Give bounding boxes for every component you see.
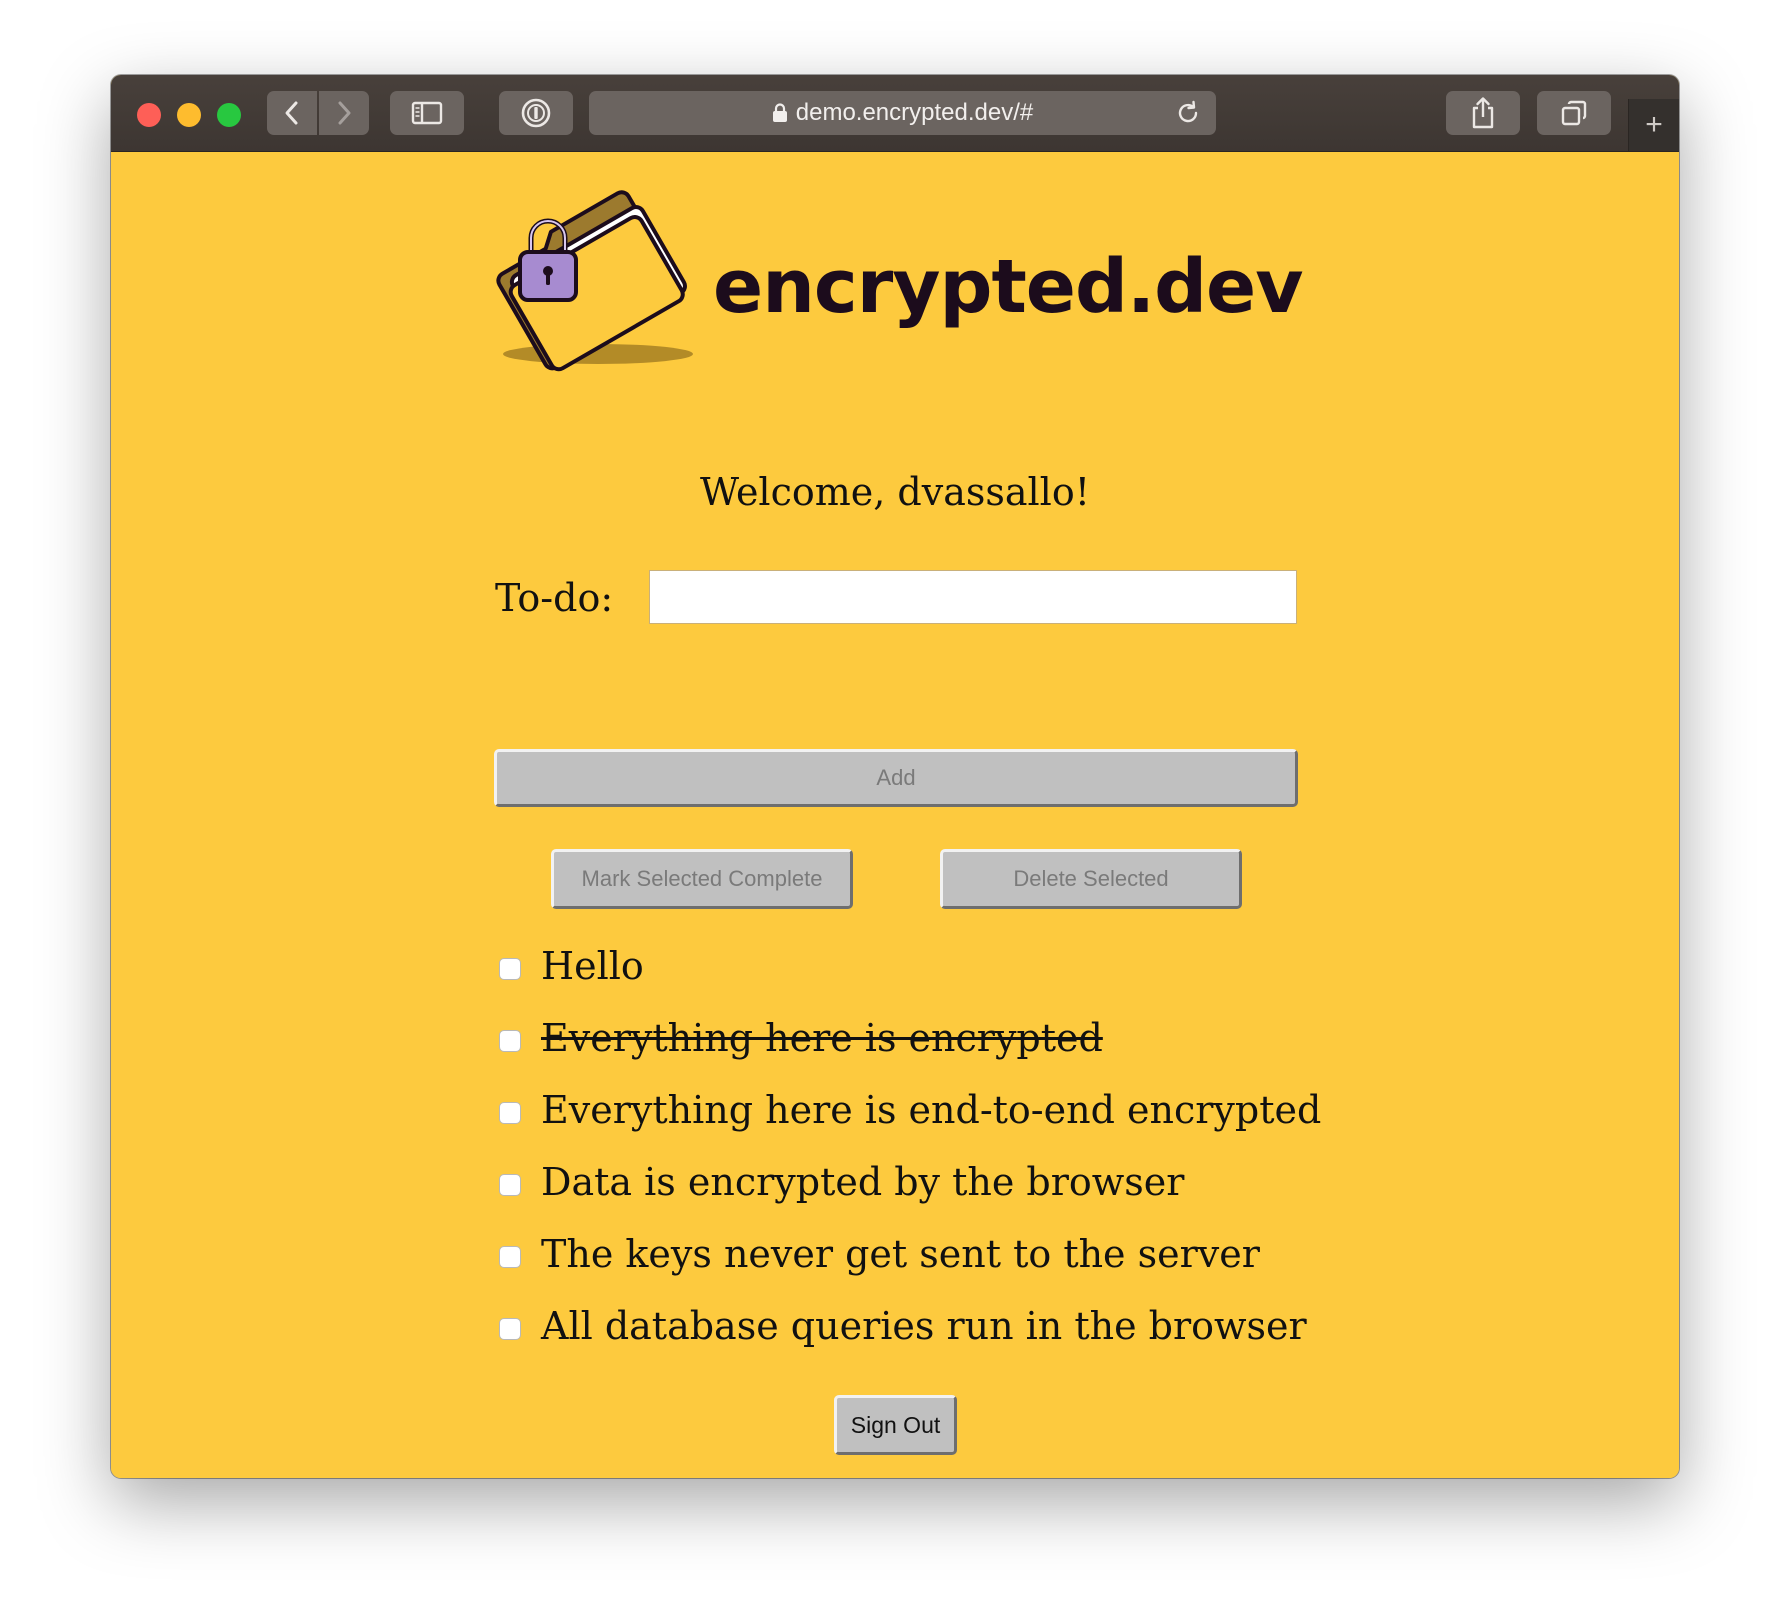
close-window-button[interactable] bbox=[137, 103, 161, 127]
share-icon bbox=[1472, 97, 1494, 129]
todo-item-text-completed: Everything here is encrypted bbox=[541, 1016, 1103, 1060]
todo-input[interactable] bbox=[649, 570, 1297, 624]
delete-selected-button[interactable]: Delete Selected bbox=[940, 849, 1242, 909]
add-button[interactable]: Add bbox=[494, 749, 1298, 807]
minimize-window-button[interactable] bbox=[177, 103, 201, 127]
todo-item: Everything here is end-to-end encrypted bbox=[499, 1074, 1321, 1146]
todo-item: Hello bbox=[499, 930, 1321, 1002]
sign-out-button[interactable]: Sign Out bbox=[834, 1395, 957, 1455]
todo-item-text: All database queries run in the browser bbox=[541, 1304, 1307, 1348]
todo-checkbox[interactable] bbox=[499, 1030, 521, 1052]
forward-button[interactable] bbox=[319, 91, 369, 135]
todo-label: To-do: bbox=[495, 576, 614, 620]
todo-list: Hello Everything here is encrypted Every… bbox=[499, 930, 1321, 1362]
todo-item-text: The keys never get sent to the server bbox=[541, 1232, 1260, 1276]
todo-item: The keys never get sent to the server bbox=[499, 1218, 1321, 1290]
tab-overview-button[interactable] bbox=[1537, 91, 1611, 135]
chevron-right-icon bbox=[338, 101, 351, 125]
todo-item-text: Data is encrypted by the browser bbox=[541, 1160, 1185, 1204]
todo-checkbox[interactable] bbox=[499, 1246, 521, 1268]
todo-item-text: Hello bbox=[541, 944, 644, 988]
tabs-icon bbox=[1561, 100, 1587, 126]
reload-icon[interactable] bbox=[1174, 99, 1202, 134]
address-bar[interactable]: demo.encrypted.dev/# bbox=[589, 91, 1216, 135]
todo-item: Everything here is encrypted bbox=[499, 1002, 1321, 1074]
encrypted-folder-logo-icon bbox=[496, 190, 693, 372]
welcome-message: Welcome, dvassallo! bbox=[699, 470, 1090, 514]
logo-text: encrypted.dev bbox=[713, 244, 1303, 330]
todo-checkbox[interactable] bbox=[499, 958, 521, 980]
password-manager-icon bbox=[521, 98, 551, 128]
browser-window: demo.encrypted.dev/# + encrypted.dev Wel… bbox=[111, 75, 1679, 1478]
share-button[interactable] bbox=[1446, 91, 1520, 135]
todo-item: All database queries run in the browser bbox=[499, 1290, 1321, 1362]
todo-checkbox[interactable] bbox=[499, 1102, 521, 1124]
back-button[interactable] bbox=[267, 91, 317, 135]
browser-toolbar: demo.encrypted.dev/# + bbox=[111, 75, 1679, 152]
todo-checkbox[interactable] bbox=[499, 1174, 521, 1196]
zoom-window-button[interactable] bbox=[217, 103, 241, 127]
todo-item-text: Everything here is end-to-end encrypted bbox=[541, 1088, 1322, 1132]
new-tab-button[interactable]: + bbox=[1628, 99, 1679, 151]
mark-selected-complete-button[interactable]: Mark Selected Complete bbox=[551, 849, 853, 909]
todo-checkbox[interactable] bbox=[499, 1318, 521, 1340]
address-url: demo.encrypted.dev/# bbox=[795, 99, 1034, 126]
sidebar-button[interactable] bbox=[390, 91, 464, 135]
password-manager-button[interactable] bbox=[499, 91, 573, 135]
lock-icon bbox=[772, 103, 788, 123]
sidebar-icon bbox=[411, 101, 443, 125]
chevron-left-icon bbox=[285, 101, 298, 125]
logo: encrypted.dev bbox=[493, 182, 1313, 372]
todo-item: Data is encrypted by the browser bbox=[499, 1146, 1321, 1218]
page-content: encrypted.dev Welcome, dvassallo! To-do:… bbox=[111, 152, 1679, 1478]
